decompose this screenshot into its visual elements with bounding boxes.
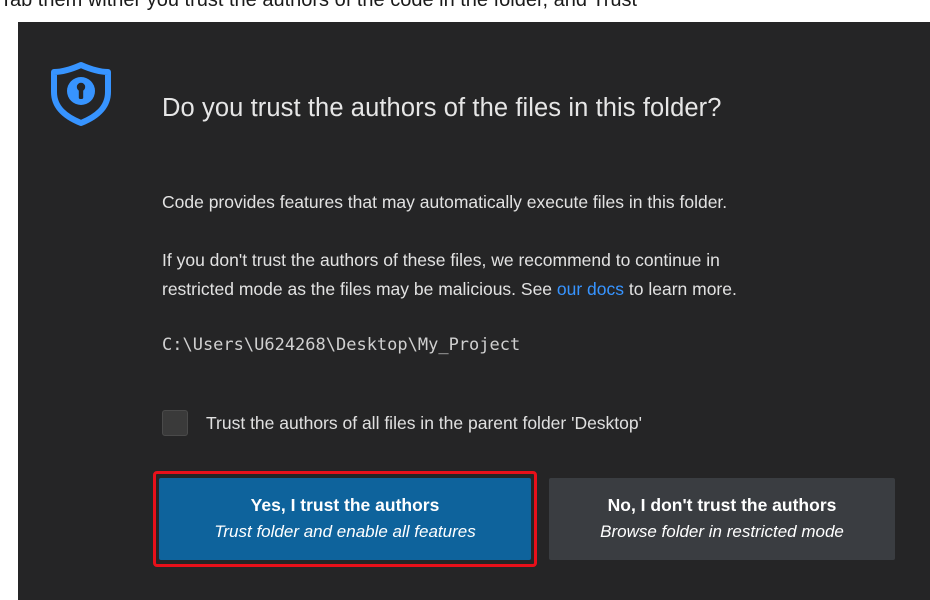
trust-parent-folder-checkbox[interactable] xyxy=(162,410,188,436)
trust-parent-folder-option[interactable]: Trust the authors of all files in the pa… xyxy=(162,409,642,437)
dialog-message-restricted-mode: If you don't trust the authors of these … xyxy=(162,246,737,304)
background-partial-text: Tab them wither you trust the authors of… xyxy=(0,0,638,11)
trust-button-sublabel: Trust folder and enable all features xyxy=(214,522,476,541)
dialog-title: Do you trust the authors of the files in… xyxy=(162,94,722,122)
dont-trust-button-sublabel: Browse folder in restricted mode xyxy=(600,522,844,541)
trust-button-label: Yes, I trust the authors xyxy=(250,495,440,515)
page-left-margin xyxy=(0,22,18,600)
trust-authors-button[interactable]: Yes, I trust the authors Trust folder an… xyxy=(159,478,531,560)
our-docs-link[interactable]: our docs xyxy=(557,279,624,299)
message-line-2: restricted mode as the files may be mali… xyxy=(162,275,737,304)
message-line-2-start: restricted mode as the files may be mali… xyxy=(162,279,557,299)
dialog-message-features: Code provides features that may automati… xyxy=(162,192,728,212)
dont-trust-button-label: No, I don't trust the authors xyxy=(607,495,837,515)
background-text-strip: Tab them wither you trust the authors of… xyxy=(0,0,930,22)
shield-lock-icon xyxy=(51,62,111,126)
dont-trust-authors-button[interactable]: No, I don't trust the authors Browse fol… xyxy=(549,478,895,560)
trust-parent-folder-label[interactable]: Trust the authors of all files in the pa… xyxy=(206,413,642,434)
message-line-1: If you don't trust the authors of these … xyxy=(162,250,720,270)
folder-path: C:\Users\U624268\Desktop\My_Project xyxy=(162,335,521,355)
message-line-2-end: to learn more. xyxy=(624,279,737,299)
